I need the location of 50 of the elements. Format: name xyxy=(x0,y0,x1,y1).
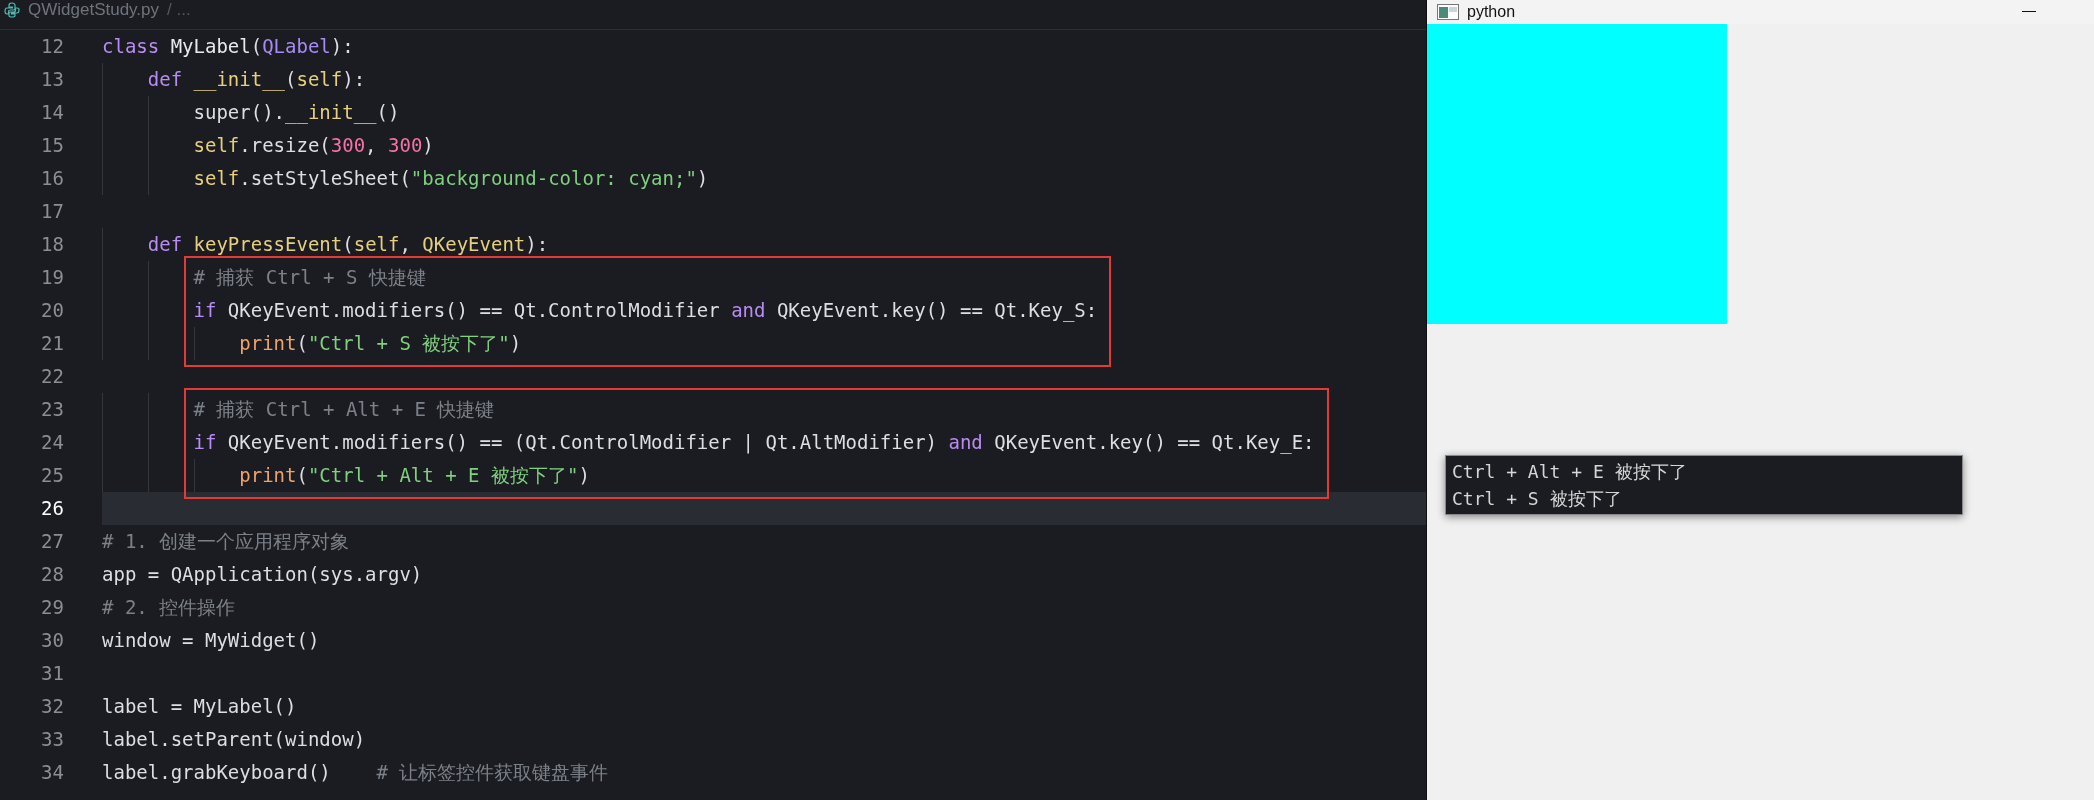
line-number: 29 xyxy=(40,595,64,620)
python-file-icon xyxy=(4,2,20,18)
code-line: # 2. 控件操作 xyxy=(102,595,236,621)
line-number: 19 xyxy=(40,265,64,290)
console-output-line: Ctrl + Alt + E 被按下了 xyxy=(1452,460,1688,484)
window-title: python xyxy=(1467,2,1516,22)
code-line: # 捕获 Ctrl + S 快捷键 xyxy=(193,265,426,291)
line-number: 16 xyxy=(40,166,64,191)
line-number: 26 xyxy=(40,496,64,521)
code-line: class MyLabel(QLabel): xyxy=(102,34,354,60)
console-output-line: Ctrl + S 被按下了 xyxy=(1452,487,1623,511)
breadcrumb-path[interactable]: / ... xyxy=(167,0,191,20)
code-line: app = QApplication(sys.argv) xyxy=(102,562,423,588)
line-number: 21 xyxy=(40,331,64,356)
line-number: 12 xyxy=(40,34,64,59)
line-number: 34 xyxy=(40,760,64,785)
code-line: def __init__(self): xyxy=(147,67,366,93)
line-number: 18 xyxy=(40,232,64,257)
code-line: if QKeyEvent.modifiers() == (Qt.ControlModifier | Qt.AltModifier) and QKeyEvent.key() == Qt.Key_E: xyxy=(193,430,1315,456)
code-line: self.setStyleSheet("background-color: cyan;") xyxy=(193,166,709,192)
code-line: if QKeyEvent.modifiers() == Qt.ControlModifier and QKeyEvent.key() == Qt.Key_S: xyxy=(193,298,1098,324)
code-line: print("Ctrl + S 被按下了") xyxy=(239,331,522,357)
code-line: print("Ctrl + Alt + E 被按下了") xyxy=(239,463,590,489)
line-number: 23 xyxy=(40,397,64,422)
line-number: 27 xyxy=(40,529,64,554)
minimize-icon xyxy=(2022,11,2036,13)
window-icon xyxy=(1437,4,1459,20)
code-line: def keyPressEvent(self, QKeyEvent): xyxy=(147,232,549,258)
line-number: 24 xyxy=(40,430,64,455)
line-number: 15 xyxy=(40,133,64,158)
code-line: # 1. 创建一个应用程序对象 xyxy=(102,529,350,555)
code-line: super().__init__() xyxy=(193,100,400,126)
line-number: 14 xyxy=(40,100,64,125)
code-line: label.grabKeyboard() # 让标签控件获取键盘事件 xyxy=(102,760,609,786)
line-number: 17 xyxy=(40,199,64,224)
line-number: 20 xyxy=(40,298,64,323)
code-line: self.resize(300, 300) xyxy=(193,133,434,159)
line-number: 13 xyxy=(40,67,64,92)
line-number: 32 xyxy=(40,694,64,719)
line-number: 33 xyxy=(40,727,64,752)
line-number: 22 xyxy=(40,364,64,389)
code-line: label = MyLabel() xyxy=(102,694,297,720)
code-line: # 捕获 Ctrl + Alt + E 快捷键 xyxy=(193,397,495,423)
line-number: 28 xyxy=(40,562,64,587)
breadcrumb-file[interactable]: QWidgetStudy.py xyxy=(28,0,160,20)
line-number: 25 xyxy=(40,463,64,488)
line-number: 31 xyxy=(40,661,64,686)
code-line: label.setParent(window) xyxy=(102,727,366,753)
code-line: window = MyWidget() xyxy=(102,628,320,654)
line-number: 30 xyxy=(40,628,64,653)
